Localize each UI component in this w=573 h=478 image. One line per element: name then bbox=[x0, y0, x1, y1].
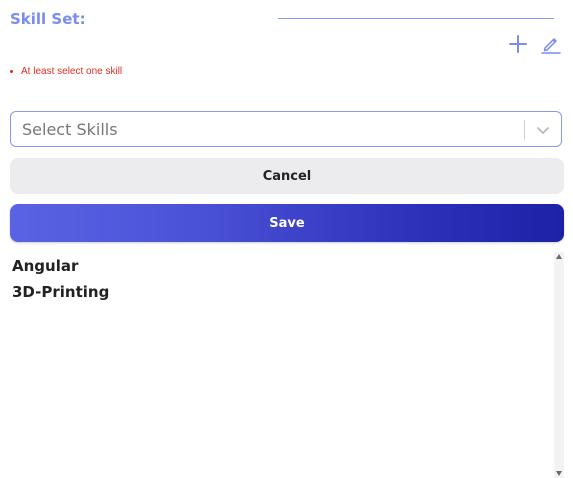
skill-set-panel: Skill Set: At least select one skill Sel… bbox=[0, 0, 573, 478]
pencil-icon bbox=[541, 38, 561, 54]
skill-set-label: Skill Set: bbox=[10, 10, 86, 28]
cancel-button[interactable]: Cancel bbox=[10, 158, 564, 194]
select-separator bbox=[524, 120, 525, 140]
list-item[interactable]: Angular bbox=[12, 257, 78, 275]
skill-set-underline bbox=[278, 18, 554, 19]
skills-list: Angular 3D-Printing bbox=[10, 252, 550, 478]
skills-select[interactable]: Select Skills bbox=[10, 111, 562, 147]
edit-skill-button[interactable] bbox=[540, 33, 562, 55]
plus-icon bbox=[509, 35, 527, 53]
validation-error: At least select one skill bbox=[10, 66, 122, 77]
chevron-down-icon[interactable] bbox=[534, 121, 552, 139]
validation-error-text: At least select one skill bbox=[21, 66, 123, 77]
scroll-down-icon[interactable] bbox=[556, 471, 562, 476]
scroll-up-icon[interactable] bbox=[556, 254, 562, 259]
skill-set-header: Skill Set: bbox=[10, 10, 563, 30]
bullet-icon bbox=[10, 70, 13, 73]
save-button[interactable]: Save bbox=[10, 204, 564, 242]
list-scrollbar[interactable] bbox=[554, 252, 564, 478]
skills-select-placeholder: Select Skills bbox=[22, 120, 118, 139]
add-skill-button[interactable] bbox=[507, 33, 529, 55]
list-item[interactable]: 3D-Printing bbox=[12, 283, 109, 301]
